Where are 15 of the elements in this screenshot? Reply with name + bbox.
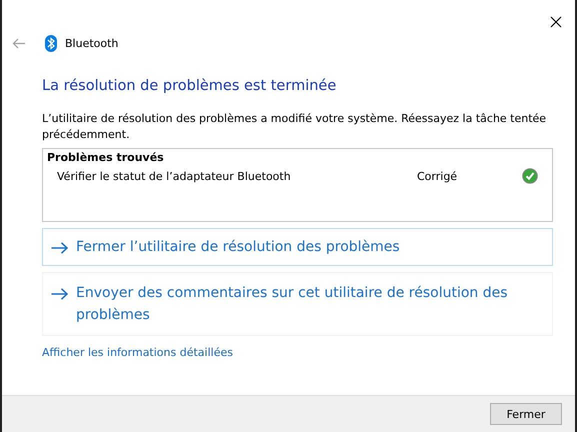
window-title: Bluetooth	[65, 36, 118, 50]
page-heading: La résolution de problèmes est terminée	[42, 78, 338, 94]
bluetooth-icon	[45, 34, 57, 52]
details-link[interactable]: Afficher les informations détaillées	[42, 346, 233, 359]
command-link[interactable]: Envoyer des commentaires sur cet utilitaire de résolution des problèmes	[42, 272, 553, 336]
arrow-icon	[51, 242, 68, 254]
problem-name: Vérifier le statut de l’adaptateur Bluetooth	[57, 170, 292, 182]
problem-status: Corrigé	[417, 170, 458, 182]
close-icon[interactable]	[550, 16, 562, 28]
result-message: L’utilitaire de résolution des problèmes a modifié votre système. Réessayez la tâche tentée précédemment.	[42, 111, 548, 143]
command-link[interactable]: Fermer l’utilitaire de résolution des problèmes	[42, 228, 553, 266]
arrow-icon	[51, 288, 68, 300]
panel-title: Problèmes trouvés	[47, 151, 165, 164]
back-arrow-icon[interactable]	[12, 38, 26, 48]
close-button[interactable]: Fermer	[490, 403, 562, 425]
